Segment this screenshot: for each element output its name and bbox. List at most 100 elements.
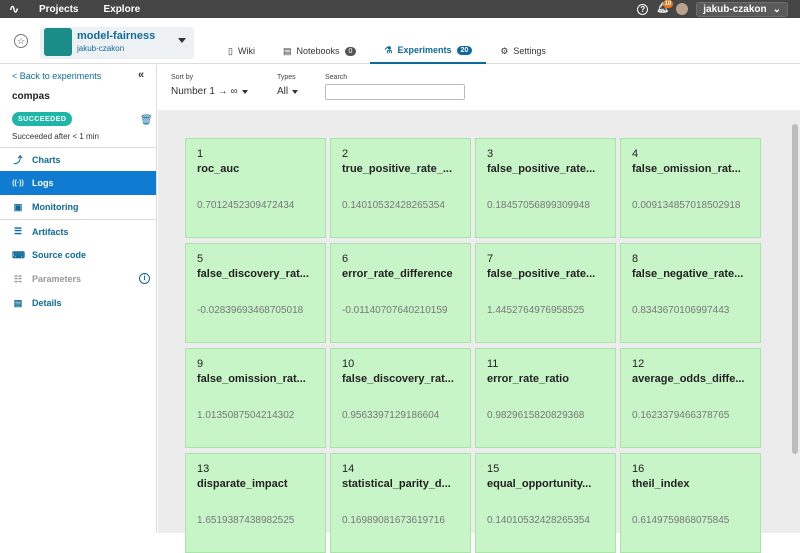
sidebar-item-monitoring[interactable]: ▣ Monitoring: [0, 195, 156, 219]
nav-projects[interactable]: Projects: [39, 4, 78, 15]
project-tabs: ▯ Wiki ▤ Notebooks 0 ⚗ Experiments 20 ⚙ …: [214, 38, 560, 64]
metric-value: 0.9563397129186604: [342, 410, 440, 421]
notebook-icon: ▤: [282, 45, 292, 56]
trash-icon[interactable]: 🗑︎: [140, 115, 153, 126]
metric-tile[interactable]: 3 false_positive_rate... 0.184570568993099…: [475, 138, 616, 238]
metric-value: 1.4452764976958525: [487, 305, 585, 316]
metric-number: 4: [632, 148, 639, 160]
metric-name: roc_auc: [197, 163, 240, 175]
sliders-icon: ☷: [13, 273, 23, 284]
project-name[interactable]: model-fairness: [77, 30, 155, 42]
code-icon: ⌨: [12, 249, 25, 260]
tab-wiki[interactable]: ▯ Wiki: [214, 38, 269, 64]
metric-name: false_positive_rate...: [487, 163, 596, 175]
metric-tile[interactable]: 1 roc_auc 0.7012452309472434: [185, 138, 326, 238]
tab-settings[interactable]: ⚙ Settings: [486, 38, 560, 64]
project-owner[interactable]: jakub-czakon: [77, 44, 124, 53]
chip-icon: ▣: [13, 201, 23, 212]
metric-number: 6: [342, 253, 349, 265]
metric-name: error_rate_ratio: [487, 373, 569, 385]
sidebar-item-charts[interactable]: ⤴ Charts: [0, 147, 156, 171]
metric-value: 0.18457056899309948: [487, 200, 590, 211]
document-icon: ▤: [13, 297, 23, 308]
back-to-experiments-link[interactable]: < Back to experiments: [12, 71, 101, 81]
metric-tile[interactable]: 13 disparate_impact 1.6519387438982525: [185, 453, 326, 553]
sort-label: Sort by: [171, 74, 194, 81]
metric-name: error_rate_difference: [342, 268, 453, 280]
chevron-down-icon[interactable]: [178, 38, 186, 43]
metric-name: statistical_parity_d...: [342, 478, 451, 490]
metric-value: 0.9829615820829368: [487, 410, 585, 421]
metric-name: average_odds_diffe...: [632, 373, 745, 385]
broadcast-icon: ((·)): [12, 179, 24, 187]
tab-notebooks[interactable]: ▤ Notebooks 0: [269, 38, 370, 64]
sort-value: Number 1 → ∞: [171, 86, 238, 97]
metric-tile[interactable]: 14 statistical_parity_d... 0.1698908167361…: [330, 453, 471, 553]
metric-name: false_positive_rate...: [487, 268, 596, 280]
metric-number: 3: [487, 148, 494, 160]
sidebar-item-artifacts[interactable]: ☰ Artifacts: [0, 219, 156, 243]
metric-name: false_discovery_rat...: [342, 373, 454, 385]
metric-value: 1.0135087504214302: [197, 410, 295, 421]
metric-number: 5: [197, 253, 204, 265]
nav-explore[interactable]: Explore: [103, 4, 140, 15]
metric-tile[interactable]: 2 true_positive_rate_... 0.140105324282653…: [330, 138, 471, 238]
metric-tile[interactable]: 12 average_odds_diffe... 0.162337946637876…: [620, 348, 761, 448]
sidebar-item-source-code[interactable]: ⌨ Source code: [0, 243, 156, 267]
collapse-icon[interactable]: «: [138, 69, 144, 81]
metric-tile[interactable]: 5 false_discovery_rat... -0.02839693468705…: [185, 243, 326, 343]
chart-line-icon: ⤴: [13, 155, 23, 165]
metric-tile[interactable]: 16 theil_index 0.6149759868075845: [620, 453, 761, 553]
metric-tile[interactable]: 11 error_rate_ratio 0.9829615820829368: [475, 348, 616, 448]
metric-tile[interactable]: 7 false_positive_rate... 1.445276497695852…: [475, 243, 616, 343]
metric-value: 0.6149759868075845: [632, 515, 730, 526]
metric-tile[interactable]: 8 false_negative_rate... 0.834367010699744…: [620, 243, 761, 343]
metric-number: 8: [632, 253, 639, 265]
sidebar-item-label: Monitoring: [32, 202, 79, 212]
metric-tile[interactable]: 10 false_discovery_rat... 0.95633971291866…: [330, 348, 471, 448]
sidebar-item-parameters[interactable]: ☷ Parameters i: [0, 267, 156, 291]
bell-icon[interactable]: 🔔︎ 10: [656, 0, 674, 15]
avatar[interactable]: [676, 3, 689, 15]
types-select[interactable]: All: [277, 86, 299, 97]
metric-number: 15: [487, 463, 500, 475]
metric-name: false_discovery_rat...: [197, 268, 309, 280]
types-label: Types: [277, 74, 296, 81]
search-label: Search: [325, 74, 348, 81]
sidebar-item-logs[interactable]: ((·)) Logs: [0, 171, 156, 195]
info-icon[interactable]: i: [139, 273, 150, 284]
logo-icon[interactable]: ∿: [0, 2, 30, 16]
database-icon: ☰: [13, 226, 23, 236]
star-icon[interactable]: ☆: [14, 34, 28, 48]
metric-tile[interactable]: 9 false_omission_rat... 1.0135087504214302: [185, 348, 326, 448]
logs-grid: 1 roc_auc 0.7012452309472434 2 true_positive…: [158, 110, 800, 553]
sort-select[interactable]: Number 1 → ∞: [171, 86, 248, 97]
metric-value: 0.7012452309472434: [197, 200, 295, 211]
project-header: ☆ model-fairness jakub-czakon ▯ Wiki ▤ N…: [0, 18, 800, 64]
metric-tile[interactable]: 6 error_rate_difference -0.011407076402101…: [330, 243, 471, 343]
chevron-down-icon: ⌄: [772, 3, 781, 15]
user-menu-button[interactable]: jakub-czakon ⌄: [696, 1, 788, 17]
project-selector[interactable]: model-fairness jakub-czakon: [40, 27, 194, 59]
sidebar-item-label: Source code: [32, 250, 87, 260]
filter-bar: Sort by Number 1 → ∞ Types All Search: [158, 65, 800, 109]
tab-experiments[interactable]: ⚗ Experiments 20: [370, 38, 487, 64]
scrollbar-thumb[interactable]: [792, 124, 798, 454]
metric-number: 13: [197, 463, 210, 475]
scrollbar[interactable]: [791, 110, 798, 533]
search-input[interactable]: [325, 84, 465, 100]
metric-name: false_omission_rat...: [632, 163, 741, 175]
sidebar-item-details[interactable]: ▤ Details: [0, 291, 156, 315]
metric-tile[interactable]: 4 false_omission_rat... 0.0091348570185029…: [620, 138, 761, 238]
metric-value: 0.14010532428265354: [342, 200, 445, 211]
metric-tile[interactable]: 15 equal_opportunity... 0.1401053242826535…: [475, 453, 616, 553]
help-icon[interactable]: ?: [637, 3, 649, 15]
book-icon: ▯: [228, 45, 233, 56]
count-badge: 0: [344, 46, 357, 56]
user-name: jakub-czakon: [703, 3, 767, 15]
caret-down-icon: [241, 89, 248, 94]
metric-value: 1.6519387438982525: [197, 515, 295, 526]
top-bar-right: ? 🔔︎ 10 jakub-czakon ⌄: [637, 0, 788, 18]
tab-label: Settings: [513, 46, 546, 56]
sidebar-item-label: Parameters: [32, 274, 82, 284]
